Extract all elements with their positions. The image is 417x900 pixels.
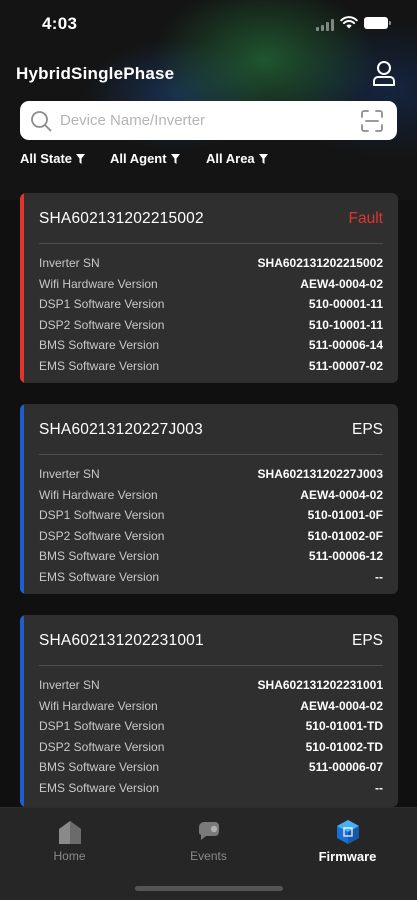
info-label: EMS Software Version <box>39 569 160 584</box>
status-accent-bar <box>20 615 24 807</box>
status-accent-bar <box>20 193 24 383</box>
info-label: DSP2 Software Version <box>39 739 165 754</box>
info-label: Inverter SN <box>39 467 100 481</box>
divider <box>39 665 383 666</box>
info-label: Wifi Hardware Version <box>39 276 158 291</box>
device-card[interactable]: SHA602131202231001 EPS Inverter SN SHA602… <box>20 615 398 807</box>
tab-label: Home <box>53 849 86 863</box>
divider <box>39 454 383 455</box>
info-row: Wifi Hardware Version AEW4-0004-02 <box>39 488 383 509</box>
device-card[interactable]: SHA60213120227J003 EPS Inverter SN SHA602… <box>20 404 398 594</box>
info-value: -- <box>375 569 383 584</box>
info-value: AEW4-0004-02 <box>300 487 383 502</box>
info-label: BMS Software Version <box>39 760 160 774</box>
info-row: DSP1 Software Version 510-00001-11 <box>39 297 383 318</box>
info-value: 510-01002-0F <box>307 528 383 543</box>
info-row: EMS Software Version -- <box>39 570 383 591</box>
info-row: DSP1 Software Version 510-01001-0F <box>39 508 383 529</box>
info-value: 511-00006-07 <box>308 760 383 774</box>
status-badge: Fault <box>348 210 383 227</box>
info-label: Inverter SN <box>39 256 100 270</box>
info-row: BMS Software Version 511-00006-12 <box>39 549 383 570</box>
info-label: BMS Software Version <box>39 549 160 563</box>
info-value: SHA602131202215002 <box>257 256 383 270</box>
info-row: DSP2 Software Version 510-10001-11 <box>39 318 383 339</box>
firmware-icon <box>336 820 359 844</box>
tab-firmware[interactable]: Firmware <box>278 808 417 878</box>
device-card[interactable]: SHA602131202215002 Fault Inverter SN SHA6… <box>20 193 398 383</box>
info-row: DSP2 Software Version 510-01002-0F <box>39 529 383 550</box>
info-row: BMS Software Version 511-00006-14 <box>39 338 383 359</box>
info-value: 510-01001-TD <box>305 719 383 733</box>
info-value: -- <box>375 780 383 795</box>
info-row: EMS Software Version -- <box>39 781 383 802</box>
info-label: DSP1 Software Version <box>39 508 165 522</box>
info-value: SHA60213120227J003 <box>257 467 383 481</box>
divider <box>39 243 383 244</box>
events-icon <box>198 822 219 840</box>
info-row: Inverter SN SHA602131202215002 <box>39 256 383 277</box>
info-value: AEW4-0004-02 <box>300 276 383 291</box>
device-sn: SHA602131202215002 <box>39 210 204 227</box>
info-row: DSP1 Software Version 510-01001-TD <box>39 719 383 740</box>
info-label: BMS Software Version <box>39 338 160 352</box>
info-row: Inverter SN SHA602131202231001 <box>39 678 383 699</box>
info-row: DSP2 Software Version 510-01002-TD <box>39 740 383 761</box>
info-value: 510-00001-11 <box>308 297 383 311</box>
info-value: 510-01002-TD <box>305 739 383 754</box>
info-value: 510-01001-0F <box>307 508 383 522</box>
info-value: 511-00007-02 <box>308 358 383 373</box>
info-label: DSP1 Software Version <box>39 719 165 733</box>
info-row: BMS Software Version 511-00006-07 <box>39 760 383 781</box>
tab-events[interactable]: Events <box>139 808 278 878</box>
info-row: Wifi Hardware Version AEW4-0004-02 <box>39 699 383 720</box>
info-value: AEW4-0004-02 <box>300 698 383 713</box>
info-label: Wifi Hardware Version <box>39 487 158 502</box>
tab-label: Events <box>190 849 227 863</box>
home-icon <box>58 821 81 844</box>
info-value: 511-00006-14 <box>308 338 383 352</box>
info-label: EMS Software Version <box>39 358 160 373</box>
status-badge: EPS <box>351 421 383 438</box>
info-label: EMS Software Version <box>39 780 160 795</box>
info-row: Wifi Hardware Version AEW4-0004-02 <box>39 277 383 298</box>
info-label: DSP1 Software Version <box>39 297 165 311</box>
info-value: 511-00006-12 <box>308 549 383 563</box>
device-sn: SHA602131202231001 <box>39 632 204 649</box>
info-label: Inverter SN <box>39 678 100 692</box>
tab-label: Firmware <box>318 849 377 864</box>
info-row: Inverter SN SHA60213120227J003 <box>39 467 383 488</box>
info-value: SHA602131202231001 <box>257 678 383 692</box>
tab-home[interactable]: Home <box>0 808 139 878</box>
status-badge: EPS <box>351 632 383 649</box>
info-value: 510-10001-11 <box>308 317 383 332</box>
info-label: DSP2 Software Version <box>39 317 165 332</box>
home-indicator <box>135 886 283 891</box>
status-accent-bar <box>20 404 24 594</box>
info-label: DSP2 Software Version <box>39 528 165 543</box>
info-row: EMS Software Version 511-00007-02 <box>39 359 383 380</box>
device-sn: SHA60213120227J003 <box>39 421 203 438</box>
device-list: SHA602131202215002 Fault Inverter SN SHA6… <box>0 0 417 900</box>
info-label: Wifi Hardware Version <box>39 698 158 713</box>
